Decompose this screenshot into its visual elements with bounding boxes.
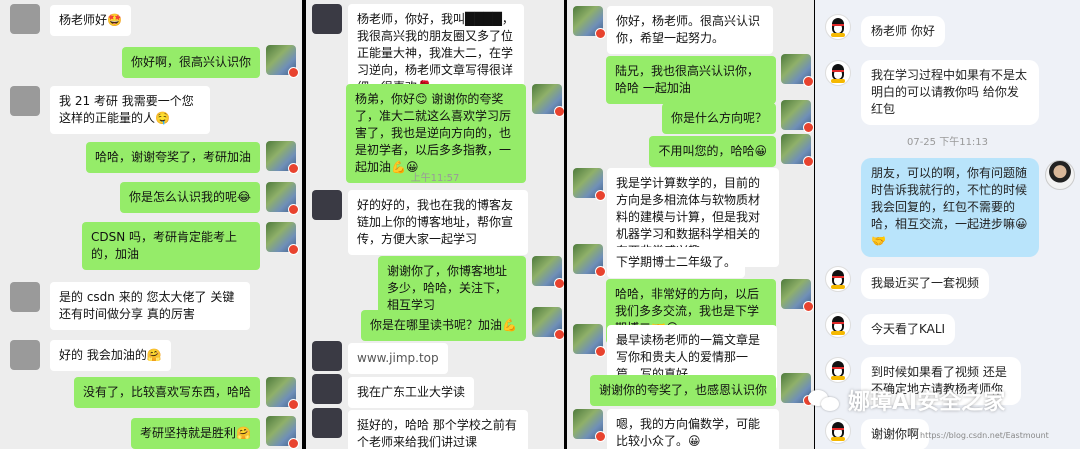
contact-avatar[interactable] [573,244,606,277]
watermark: 娜璋AI安全之家 [808,380,1058,420]
my-avatar[interactable] [781,54,814,87]
chat-timestamp: 07-25 下午11:13 [906,137,989,148]
message-bubble-received[interactable]: 我 21 考研 我需要一个您这样的正能量的人🤤 [50,86,210,134]
message-bubble-received[interactable]: 今天看了KALI [861,314,956,345]
message-bubble-received[interactable]: 好的好的，我也在我的博客友链加上你的博客地址，帮你宣传，方便大家一起学习 [348,190,528,255]
message-bubble-sent[interactable]: 谢谢你的夸奖了，也感恩认识你 [589,375,776,406]
message-bubble-sent[interactable]: 考研坚持就是胜利🤗 [131,418,260,449]
message-bubble-received[interactable]: 杨老师好🤩 [50,5,131,36]
contact-avatar[interactable] [10,4,40,34]
message-bubble-received[interactable]: 我在学习过程中如果有不是太明白的可以请教你吗 给你发红包 [861,60,1039,125]
penguin-avatar-icon[interactable] [825,60,851,86]
chat-timestamp: 上午11:57 [410,173,460,184]
my-avatar[interactable] [532,256,564,289]
my-avatar[interactable] [266,222,299,255]
message-bubble-received[interactable]: 挺好的，哈哈 那个学校之前有个老师来给我们讲过课 [348,410,528,449]
chat-panel-1: 杨老师好🤩 你好啊，很高兴认识你 我 21 考研 我需要一个您这样的正能量的人🤤… [0,0,302,449]
chat-panel-2: 杨老师，你好，我叫████，我很高兴我的朋友圈又多了位正能量大神，我准大二，在学… [306,0,564,449]
my-avatar[interactable] [781,134,814,167]
chat-panel-3: 你好，杨老师。很高兴认识你，希望一起努力。 陆兄，我也很高兴认识你，哈哈 一起加… [567,0,814,449]
my-avatar[interactable] [532,307,564,340]
message-bubble-received[interactable]: 你好，杨老师。很高兴认识你，希望一起努力。 [607,6,773,54]
message-bubble-sent[interactable]: 不用叫您的，哈哈😀 [649,136,776,167]
url-message[interactable]: www.jimp.top [348,343,448,374]
contact-avatar[interactable] [10,86,40,116]
my-avatar[interactable] [266,141,299,174]
penguin-avatar-icon[interactable] [825,14,851,40]
contact-avatar[interactable] [312,190,342,220]
contact-avatar[interactable] [573,324,606,357]
contact-avatar[interactable] [312,341,342,371]
contact-avatar[interactable] [573,409,606,442]
my-avatar[interactable] [532,84,564,117]
penguin-avatar-icon[interactable] [825,312,851,338]
contact-avatar[interactable] [312,374,342,404]
contact-avatar[interactable] [312,4,342,34]
my-avatar[interactable] [781,279,814,312]
message-bubble-sent[interactable]: 你是在哪里读书呢？加油💪 [361,310,526,341]
contact-avatar[interactable] [573,168,606,201]
message-bubble-received[interactable]: 下学期博士二年级了。 [607,247,746,278]
my-avatar[interactable] [1045,160,1075,190]
message-bubble-sent[interactable]: 你是怎么认识我的呢😂 [119,182,260,213]
message-bubble-sent[interactable]: 你是什么方向呢？ [661,103,776,134]
message-bubble-received[interactable]: 杨老师 你好 [861,16,945,47]
message-bubble-sent[interactable]: 陆兄，我也很高兴认识你，哈哈 一起加油 [606,56,776,104]
contact-avatar[interactable] [10,282,40,312]
my-avatar[interactable] [781,373,814,406]
message-bubble-sent[interactable]: 朋友，可以的啊，你有问题随时告诉我就行的，不忙的时候我会回复的，红包不需要的哈，… [861,158,1039,257]
message-bubble-received[interactable]: 好的 我会加油的🤗 [50,340,171,371]
my-avatar[interactable] [266,377,299,410]
my-avatar[interactable] [781,100,814,133]
message-bubble-received[interactable]: 是的 csdn 来的 您太大佬了 关键还有时间做分享 真的厉害 [50,282,250,330]
message-bubble-received[interactable]: 嗯，我的方向偏数学，可能比较小众了。😀 [607,409,779,449]
penguin-avatar-icon[interactable] [825,418,851,444]
my-avatar[interactable] [266,45,299,78]
my-avatar[interactable] [266,416,299,449]
message-bubble-sent[interactable]: 你好啊，很高兴认识你 [121,47,260,78]
contact-avatar[interactable] [573,6,606,39]
watermark-url: https://blog.csdn.net/Eastmount [920,431,1049,440]
watermark-text: 娜璋AI安全之家 [848,390,1006,415]
message-bubble-sent[interactable]: 哈哈，谢谢夸奖了，考研加油 [85,142,260,173]
message-bubble-sent[interactable]: 没有了，比较喜欢写东西，哈哈 [73,377,260,408]
wechat-logo-icon [808,386,842,414]
message-bubble-received[interactable]: 谢谢你啊 [861,419,930,449]
contact-avatar[interactable] [10,340,40,370]
message-bubble-received[interactable]: 我在广东工业大学读 [348,377,475,408]
my-avatar[interactable] [266,182,299,215]
message-bubble-received[interactable]: 我最近买了一套视频 [861,268,990,299]
message-bubble-sent[interactable]: CDSN 吗，考研肯定能考上的，加油 [82,222,260,270]
contact-avatar[interactable] [312,408,342,438]
penguin-avatar-icon[interactable] [825,266,851,292]
